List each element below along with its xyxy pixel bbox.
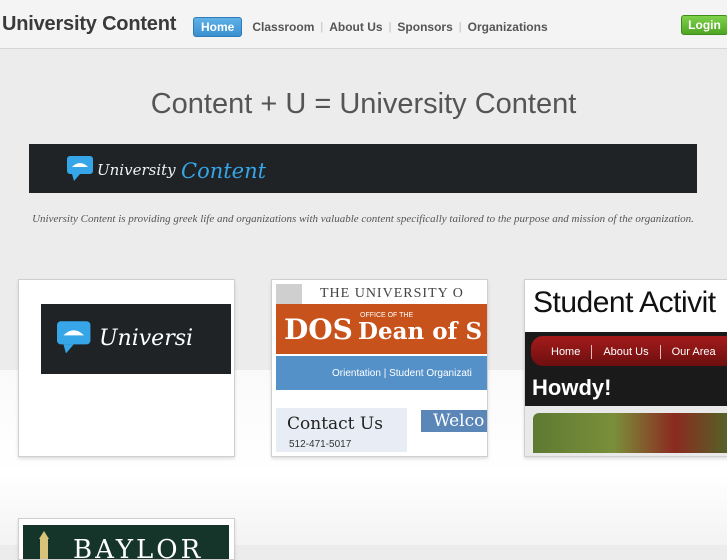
nav-link-about: About Us bbox=[603, 345, 649, 358]
nav-sponsors[interactable]: Sponsors bbox=[391, 20, 458, 34]
student-activities-nav-links: Home About Us Our Area bbox=[551, 345, 716, 359]
mortarboard-logo-icon bbox=[57, 321, 91, 354]
content-card-baylor[interactable]: BAYLOR bbox=[18, 518, 235, 560]
nav-divider bbox=[591, 345, 593, 359]
dean-title: Dean of S bbox=[358, 318, 483, 345]
site-brand[interactable]: University Content bbox=[2, 13, 176, 36]
banner-word-content: Content bbox=[181, 159, 267, 183]
dos-nav-links: Orientation | Student Organizati bbox=[332, 368, 472, 379]
card-university-header: THE UNIVERSITY O bbox=[320, 286, 464, 301]
contact-phone: 512-471-5017 bbox=[289, 439, 352, 450]
content-card-student-activities[interactable]: Student Activit Home About Us Our Area How… bbox=[524, 279, 727, 457]
page-title: Content + U = University Content bbox=[150, 88, 577, 120]
card-thumbnail: Universi bbox=[41, 304, 231, 374]
dos-logo-text: DOS bbox=[284, 313, 353, 346]
nav-classroom[interactable]: Classroom bbox=[246, 20, 320, 34]
nav-home[interactable]: Home bbox=[193, 17, 243, 37]
nav-link-home: Home bbox=[551, 345, 581, 358]
card-logo-text: Universi bbox=[99, 326, 194, 351]
hero-banner: University Content bbox=[29, 144, 697, 193]
nav-about-us[interactable]: About Us bbox=[323, 20, 388, 34]
main-nav: Home Classroom | About Us | Sponsors | O… bbox=[193, 17, 554, 37]
contact-title: Contact Us bbox=[287, 414, 383, 434]
content-card-dean-of-students[interactable]: THE UNIVERSITY O DOS OFFICE OF THE Dean … bbox=[271, 279, 488, 457]
nav-organizations[interactable]: Organizations bbox=[462, 20, 554, 34]
site-tagline: University Content is providing greek li… bbox=[32, 213, 694, 225]
howdy-heading: Howdy! bbox=[532, 375, 612, 400]
welcome-tab: Welco bbox=[421, 410, 487, 432]
mortarboard-logo-icon bbox=[67, 156, 93, 181]
campus-photo bbox=[533, 413, 727, 453]
tower-thumbnail bbox=[276, 284, 302, 306]
tower-icon bbox=[39, 531, 49, 559]
banner-word-university: University bbox=[97, 161, 176, 179]
nav-divider bbox=[659, 345, 661, 359]
content-card-university-content[interactable]: Universi bbox=[18, 279, 235, 457]
nav-link-area: Our Area bbox=[671, 345, 716, 358]
top-navbar: University Content Home Classroom | Abou… bbox=[0, 0, 727, 49]
baylor-banner: BAYLOR bbox=[23, 525, 229, 560]
student-activities-title: Student Activit bbox=[533, 286, 716, 319]
baylor-text: BAYLOR bbox=[73, 535, 204, 560]
login-button[interactable]: Login bbox=[681, 15, 727, 35]
